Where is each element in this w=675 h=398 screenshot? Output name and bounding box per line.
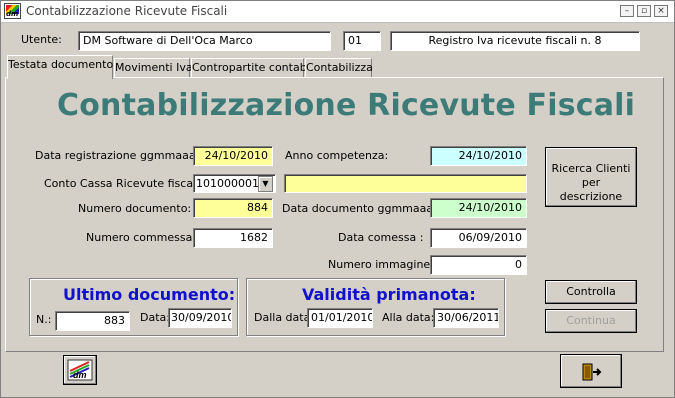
data-documento-label: Data documento ggmmaaaa: — [282, 202, 444, 215]
anno-competenza-label: Anno competenza: — [285, 149, 389, 162]
controlla-button[interactable]: Controlla — [545, 280, 637, 304]
conto-cassa-label: Conto Cassa Ricevute fiscali: — [44, 177, 203, 190]
dalla-data-label: Dalla data: — [254, 311, 315, 324]
data-commessa-field[interactable]: 06/09/2010 — [430, 228, 527, 248]
minimize-icon[interactable]: – — [620, 5, 634, 17]
dalla-data-field[interactable]: 01/01/2010 — [307, 308, 373, 328]
window-title: Contabilizzazione Ricevute Fiscali — [26, 4, 228, 18]
tab-movimenti-iva[interactable]: Movimenti Iva — [114, 58, 193, 78]
company-code-field[interactable]: 01 — [343, 31, 381, 51]
tab-contabilizza[interactable]: Contabilizza — [305, 58, 373, 78]
ultimo-data-field[interactable]: 30/09/2010 — [168, 308, 232, 328]
data-documento-field[interactable]: 24/10/2010 — [430, 198, 527, 218]
utente-label: Utente: — [21, 33, 62, 46]
anno-competenza-field[interactable]: 24/10/2010 — [430, 146, 527, 166]
data-commessa-label: Data comessa : — [338, 231, 424, 244]
numero-immagine-label: Numero immagine : — [328, 258, 438, 271]
numero-documento-label: Numero documento: — [78, 202, 192, 215]
restore-icon[interactable]: ▫ — [637, 5, 651, 17]
ultimo-data-label: Data: — [140, 311, 170, 324]
conto-descrizione-field[interactable] — [284, 174, 527, 193]
alla-data-field[interactable]: 30/06/2011 — [433, 308, 499, 328]
ultimo-documento-title: Ultimo documento: — [63, 285, 236, 304]
ultimo-n-label: N.: — [36, 313, 52, 326]
registro-field[interactable]: Registro Iva ricevute fiscali n. 8 — [390, 31, 640, 51]
exit-door-icon — [582, 363, 602, 381]
tab-testata-documento[interactable]: Testata documento — [7, 55, 113, 79]
form-heading: Contabilizzazione Ricevute Fiscali — [57, 88, 636, 123]
numero-immagine-field[interactable]: 0 — [430, 255, 527, 275]
close-icon[interactable]: × — [654, 5, 668, 17]
numero-commessa-field[interactable]: 1682 — [193, 228, 273, 248]
data-registrazione-field[interactable]: 24/10/2010 — [193, 146, 273, 166]
numero-documento-field[interactable]: 884 — [193, 198, 273, 218]
dm-logo-icon: dm — [67, 359, 93, 381]
dm-logo-icon[interactable]: dm — [4, 3, 21, 19]
conto-cassa-value: 1010000011 — [196, 177, 266, 190]
numero-commessa-label: Numero commessa: — [86, 231, 197, 244]
alla-data-label: Alla data: — [382, 311, 435, 324]
continua-button[interactable]: Continua — [545, 309, 637, 333]
svg-text:dm: dm — [73, 370, 87, 380]
ricerca-clienti-button[interactable]: Ricerca Clienti per descrizione — [545, 147, 637, 207]
chevron-down-icon[interactable]: ▼ — [258, 176, 273, 192]
data-registrazione-label: Data registrazione ggmmaaaa: — [35, 149, 207, 162]
exit-button[interactable] — [560, 354, 622, 388]
ultimo-n-field[interactable]: 883 — [55, 311, 130, 331]
validita-primanota-title: Validità primanota: — [302, 285, 476, 304]
utente-field[interactable]: DM Software di Dell'Oca Marco — [78, 31, 331, 51]
tab-contropartite-contabili[interactable]: Contropartite contabili — [191, 58, 316, 78]
dm-logo-button[interactable]: dm — [63, 355, 97, 385]
